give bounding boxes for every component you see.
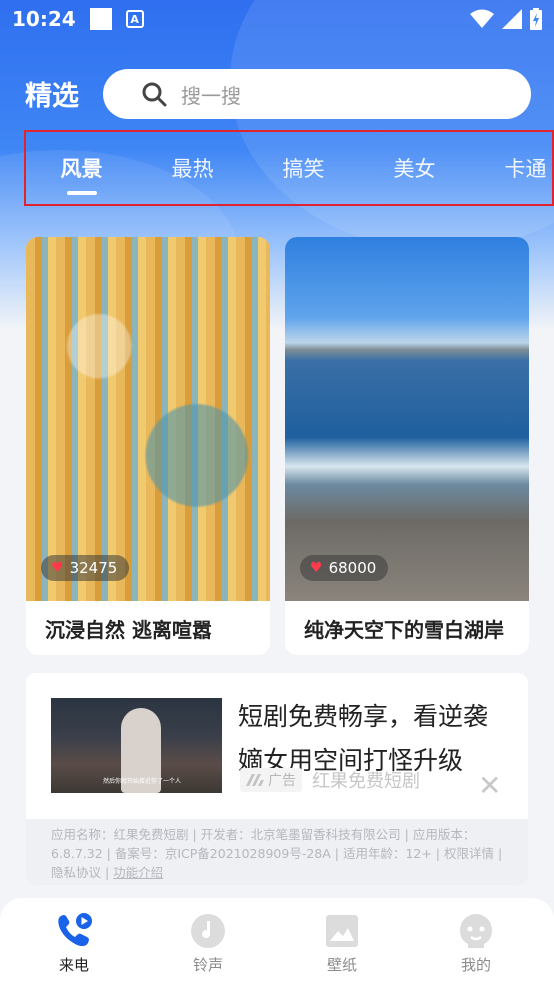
tab-scenery[interactable]: 风景 <box>26 132 137 204</box>
nav-item-ringtones[interactable]: 铃声 <box>141 898 275 984</box>
music-disc-icon <box>191 914 225 948</box>
ad-app-info: 应用名称：红果免费短剧 | 开发者：北京笔墨留香科技有限公司 | 应用版本：6.… <box>26 819 528 885</box>
phone-icon <box>58 913 92 947</box>
tab-cartoon[interactable]: 卡通 <box>470 132 552 204</box>
nav-label: 壁纸 <box>326 956 357 974</box>
search-icon <box>142 82 167 107</box>
notification-square-icon <box>89 8 112 30</box>
nav-item-wallpapers[interactable]: 壁纸 <box>275 898 409 984</box>
ad-feature-link[interactable]: 功能介绍 <box>113 865 163 880</box>
video-card[interactable]: ♥ 68000 纯净天空下的雪白湖岸 <box>285 237 529 655</box>
category-tabs: 风景 最热 搞笑 美女 卡通 <box>24 130 554 206</box>
wallpaper-icon <box>326 915 358 947</box>
ad-tag: 广告 <box>240 768 302 792</box>
ad-thumbnail-subtitle: 然后你就开始接近你了一个人 <box>103 778 182 785</box>
card-caption: 纯净天空下的雪白湖岸 <box>304 618 504 642</box>
nav-label: 我的 <box>460 956 491 974</box>
bottom-nav: 来电 铃声 壁纸 我的 <box>0 898 554 984</box>
status-bar: 10:24 A <box>0 0 554 38</box>
tab-funny[interactable]: 搞笑 <box>248 132 359 204</box>
notification-a-icon: A <box>125 10 144 28</box>
heart-icon: ♥ <box>310 560 323 576</box>
video-card[interactable]: ♥ 32475 沉浸自然 逃离喧嚣 <box>26 237 270 655</box>
nav-item-calls[interactable]: 来电 <box>7 898 141 984</box>
ad-banner[interactable]: 然后你就开始接近你了一个人 短剧免费畅享，看逆袭嫡女用空间打怪升级 广告 红果免… <box>26 673 528 885</box>
search-bar[interactable]: 搜一搜 <box>103 69 531 119</box>
likes-count: 32475 <box>69 559 118 577</box>
signal-icon <box>502 9 522 29</box>
card-thumbnail[interactable]: ♥ 32475 <box>26 237 270 601</box>
page-title: 精选 <box>25 81 79 112</box>
nav-item-profile[interactable]: 我的 <box>409 898 543 984</box>
tab-beauty[interactable]: 美女 <box>359 132 470 204</box>
likes-count: 68000 <box>328 559 377 577</box>
ad-brand: 红果免费短剧 <box>312 771 420 792</box>
battery-icon <box>530 8 542 30</box>
wifi-icon <box>470 9 494 28</box>
nav-label: 来电 <box>58 956 89 974</box>
close-icon[interactable]: ✕ <box>478 769 501 802</box>
ad-thumbnail[interactable]: 然后你就开始接近你了一个人 <box>51 698 222 793</box>
ad-logo-icon <box>246 774 264 786</box>
search-placeholder: 搜一搜 <box>181 83 241 108</box>
card-caption: 沉浸自然 逃离喧嚣 <box>45 618 212 642</box>
likes-badge: ♥ 32475 <box>41 555 130 581</box>
profile-icon <box>460 914 492 948</box>
ad-tag-label: 广告 <box>268 773 296 789</box>
tab-hottest[interactable]: 最热 <box>137 132 248 204</box>
status-time: 10:24 <box>12 7 76 31</box>
heart-icon: ♥ <box>51 560 64 576</box>
card-thumbnail[interactable]: ♥ 68000 <box>285 237 529 601</box>
nav-label: 铃声 <box>192 956 223 974</box>
likes-badge: ♥ 68000 <box>300 555 389 581</box>
